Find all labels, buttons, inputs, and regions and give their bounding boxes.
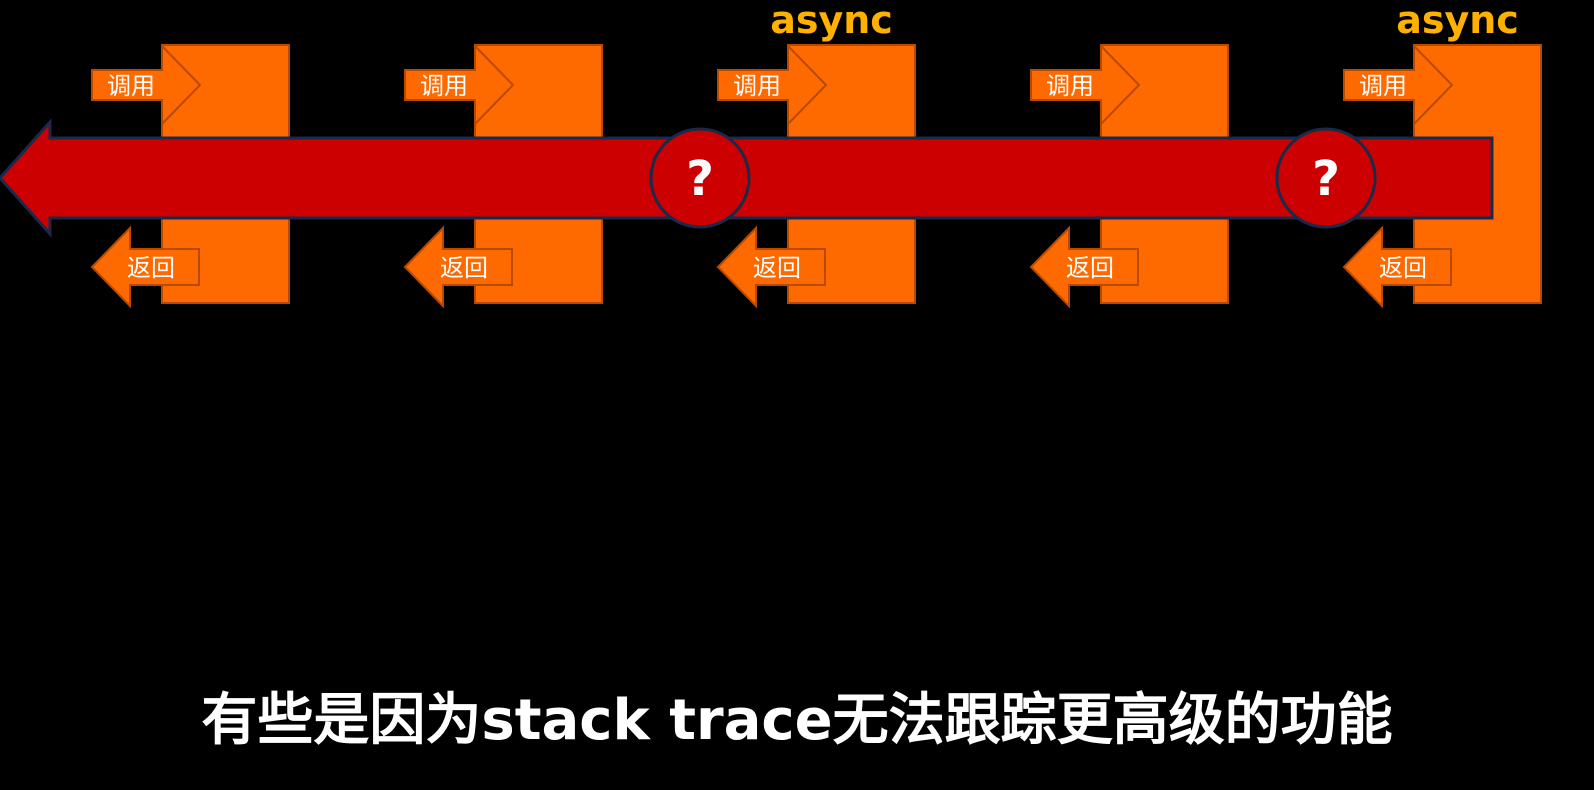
return-label: 返回 bbox=[753, 254, 801, 282]
question-mark-icon: ? bbox=[1312, 151, 1340, 207]
return-label: 返回 bbox=[440, 254, 488, 282]
async-label: async bbox=[770, 0, 893, 42]
subtitle-caption: 有些是因为stack trace无法跟踪更高级的功能 bbox=[201, 688, 1393, 753]
return-label: 返回 bbox=[127, 254, 175, 282]
call-label: 调用 bbox=[420, 72, 468, 100]
call-label: 调用 bbox=[107, 72, 155, 100]
return-label: 返回 bbox=[1066, 254, 1114, 282]
unknown-marker-2: ? bbox=[1275, 127, 1377, 229]
call-label: 调用 bbox=[733, 72, 781, 100]
call-label: 调用 bbox=[1359, 72, 1407, 100]
call-label: 调用 bbox=[1046, 72, 1094, 100]
question-mark-icon: ? bbox=[686, 151, 714, 207]
return-label: 返回 bbox=[1379, 254, 1427, 282]
async-label: async bbox=[1396, 0, 1519, 42]
unknown-marker-1: ? bbox=[649, 127, 751, 229]
stack-trace-diagram: 调用返回 调用返回 调用返回 async 调用返回 调用返回 async ?? bbox=[0, 0, 1542, 309]
